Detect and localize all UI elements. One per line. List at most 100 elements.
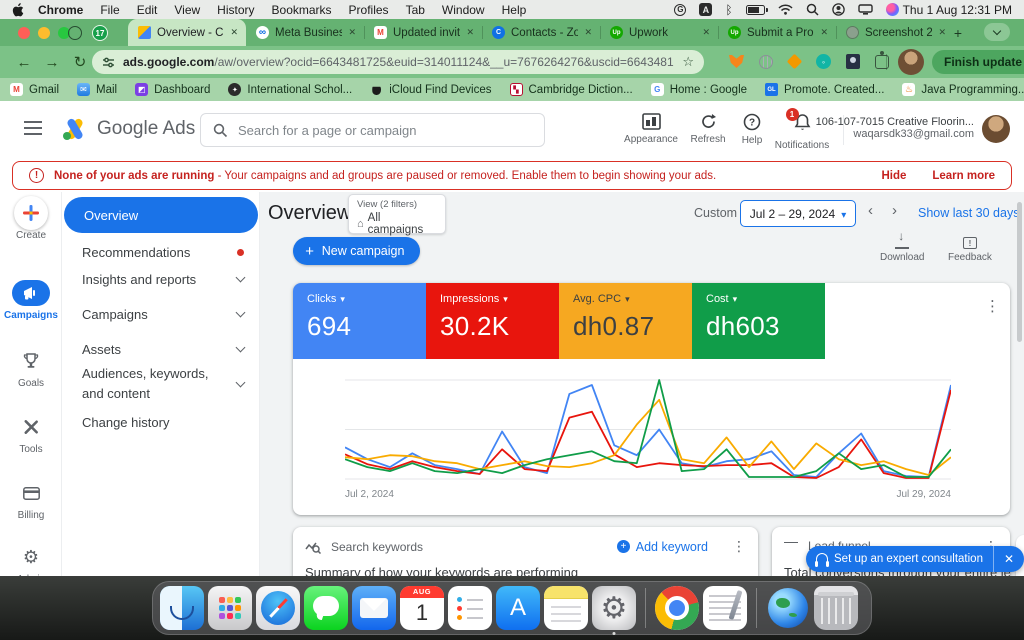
- menu-item-profiles[interactable]: Profiles: [349, 3, 389, 17]
- close-tab-icon[interactable]: [820, 27, 828, 38]
- expert-consultation-banner[interactable]: Set up an expert consultation: [806, 546, 1024, 572]
- metric-tile-cost[interactable]: Costdh603: [692, 283, 825, 359]
- rail-item-tools[interactable]: Tools: [0, 414, 62, 455]
- back-button[interactable]: ←: [10, 54, 38, 71]
- nav-item-assets[interactable]: Assets: [62, 337, 260, 361]
- account-info[interactable]: 106-107-7015 Creative Floorin... waqarsd…: [816, 116, 974, 140]
- card-overflow-menu[interactable]: [985, 297, 1000, 315]
- search-input[interactable]: [238, 123, 532, 138]
- bookmark-6[interactable]: Home : Google: [651, 83, 747, 96]
- main-menu-hamburger-button[interactable]: [24, 121, 42, 135]
- date-range-picker[interactable]: Jul 2 – 29, 2024: [740, 200, 856, 227]
- bluetooth-icon[interactable]: ᛒ: [725, 3, 732, 17]
- download-button[interactable]: Download: [880, 237, 924, 263]
- dock-chrome-icon[interactable]: [655, 586, 699, 630]
- contacts-extension-icon[interactable]: [844, 53, 861, 70]
- wifi-icon[interactable]: [778, 3, 793, 17]
- bookmark-0[interactable]: Gmail: [10, 83, 59, 96]
- close-tab-icon[interactable]: [230, 27, 238, 38]
- close-tab-icon[interactable]: [466, 27, 474, 38]
- close-tab-icon[interactable]: [348, 27, 356, 38]
- browser-tab-3[interactable]: Contacts - Zoh: [482, 19, 600, 46]
- tag-extension-icon[interactable]: [786, 53, 803, 70]
- bookmark-5[interactable]: Cambridge Diction...: [510, 83, 633, 96]
- ads-search-box[interactable]: [200, 113, 545, 147]
- dock-reminders-icon[interactable]: [448, 586, 492, 630]
- new-campaign-button[interactable]: New campaign: [293, 237, 420, 265]
- address-bar[interactable]: ads.google.com/aw/overview?ocid=66434817…: [92, 50, 704, 74]
- browser-tab-4[interactable]: Upwork: [600, 19, 718, 46]
- close-tab-icon[interactable]: [702, 27, 710, 38]
- menu-bar-clock[interactable]: Thu 1 Aug 12:31 PM: [903, 3, 1012, 17]
- nav-item-insights-and-reports[interactable]: Insights and reports: [62, 267, 260, 291]
- appearance-button[interactable]: Appearance: [621, 113, 681, 145]
- close-window-button[interactable]: [18, 27, 30, 39]
- tab-search-chevron-button[interactable]: [984, 23, 1010, 41]
- extensions-puzzle-icon[interactable]: [873, 53, 890, 70]
- site-settings-icon[interactable]: [102, 56, 115, 69]
- dock-launchpad-icon[interactable]: [208, 586, 252, 630]
- menu-item-edit[interactable]: Edit: [137, 3, 158, 17]
- teal-extension-icon[interactable]: ◦: [815, 53, 832, 70]
- learn-more-link[interactable]: Learn more: [932, 170, 995, 182]
- view-filter-chip[interactable]: View (2 filters) All campaigns: [348, 194, 446, 234]
- dock-appstore-icon[interactable]: [496, 586, 540, 630]
- dock-mail-icon[interactable]: [352, 586, 396, 630]
- google-ads-logo[interactable]: Google Ads: [62, 117, 195, 141]
- metric-tile-clicks[interactable]: Clicks694: [293, 283, 426, 359]
- metamask-extension-icon[interactable]: [728, 53, 745, 70]
- menu-item-help[interactable]: Help: [502, 3, 527, 17]
- displays-icon[interactable]: [858, 3, 873, 17]
- pinned-tab-badge[interactable]: 17: [92, 25, 108, 41]
- nav-item-change-history[interactable]: Change history: [62, 410, 260, 434]
- spotlight-icon[interactable]: [806, 3, 819, 17]
- menu-item-window[interactable]: Window: [442, 3, 485, 17]
- dock-calendar-icon[interactable]: AUG1: [400, 586, 444, 630]
- dock-safari-icon[interactable]: [256, 586, 300, 630]
- dock-notes-icon[interactable]: [544, 586, 588, 630]
- sphere-extension-icon[interactable]: [757, 53, 774, 70]
- menu-item-bookmarks[interactable]: Bookmarks: [272, 3, 332, 17]
- browser-tab-0[interactable]: Overview - Crea: [128, 19, 246, 46]
- rail-item-campaigns[interactable]: Campaigns: [0, 280, 62, 321]
- forward-button[interactable]: →: [38, 54, 66, 71]
- browser-tab-5[interactable]: Submit a Propos: [718, 19, 836, 46]
- close-consult-button[interactable]: [994, 552, 1024, 566]
- rail-item-create[interactable]: Create: [0, 200, 62, 241]
- page-scrollbar[interactable]: [1017, 202, 1022, 342]
- apple-menu-icon[interactable]: [12, 3, 24, 17]
- input-source-a-icon[interactable]: A: [699, 3, 712, 17]
- nav-item-audiences-keywords-and-content[interactable]: Audiences, keywords, and content: [62, 364, 260, 404]
- minimize-window-button[interactable]: [38, 27, 50, 39]
- metric-tile-impressions[interactable]: Impressions30.2K: [426, 283, 559, 359]
- rail-item-goals[interactable]: Goals: [0, 348, 62, 389]
- browser-tab-2[interactable]: Updated invitati: [364, 19, 482, 46]
- bookmark-1[interactable]: Mail: [77, 83, 117, 96]
- metric-tile-avg-cpc[interactable]: Avg. CPCdh0.87: [559, 283, 692, 359]
- add-keyword-button[interactable]: Add keyword: [617, 540, 708, 554]
- menu-item-chrome[interactable]: Chrome: [38, 3, 83, 17]
- browser-profile-avatar[interactable]: [898, 49, 924, 75]
- nav-item-campaigns[interactable]: Campaigns: [62, 302, 260, 326]
- pinned-tab-globe-icon[interactable]: [68, 26, 82, 40]
- dock-finder-icon[interactable]: [160, 586, 204, 630]
- grammarly-icon[interactable]: G: [674, 3, 686, 17]
- show-last-30-days-link[interactable]: Show last 30 days: [918, 206, 1019, 220]
- dock-globe-icon[interactable]: [766, 586, 810, 630]
- bookmark-3[interactable]: International Schol...: [228, 83, 352, 96]
- close-tab-icon[interactable]: [584, 27, 592, 38]
- bookmark-star-icon[interactable]: [682, 54, 694, 70]
- previous-range-button[interactable]: ‹: [868, 202, 873, 219]
- nav-item-overview[interactable]: Overview: [64, 197, 258, 233]
- account-avatar[interactable]: [982, 115, 1010, 143]
- new-tab-button[interactable]: +: [950, 25, 966, 41]
- next-range-button[interactable]: ›: [892, 202, 897, 219]
- feedback-button[interactable]: Feedback: [948, 237, 992, 263]
- battery-icon[interactable]: [746, 3, 765, 17]
- reload-button[interactable]: ↻: [66, 53, 94, 71]
- rail-item-billing[interactable]: Billing: [0, 480, 62, 521]
- bookmark-8[interactable]: Java Programming...: [902, 83, 1024, 96]
- keywords-card-menu[interactable]: [732, 538, 746, 555]
- menu-item-file[interactable]: File: [100, 3, 119, 17]
- menu-item-tab[interactable]: Tab: [406, 3, 425, 17]
